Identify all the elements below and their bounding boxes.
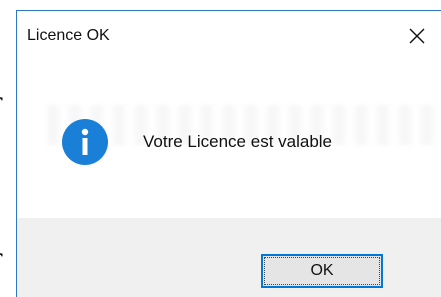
background-text-line: r: [0, 90, 6, 116]
ok-button[interactable]: OK: [261, 254, 383, 288]
background-text-line: :: [0, 168, 6, 194]
background-window-text: r : r: [0, 38, 6, 297]
close-button[interactable]: [395, 11, 441, 57]
info-icon: [62, 119, 108, 165]
dialog-titlebar[interactable]: Licence OK: [17, 11, 441, 57]
background-text-line: r: [0, 246, 6, 272]
dialog-message: Votre Licence est valable: [143, 132, 333, 151]
dialog-title: Licence OK: [27, 27, 110, 44]
licence-dialog: Licence OK Votre Licence est valable OK: [16, 10, 441, 297]
close-icon: [409, 28, 425, 44]
dialog-footer: OK: [17, 218, 441, 297]
dialog-content: Votre Licence est valable: [17, 57, 441, 218]
